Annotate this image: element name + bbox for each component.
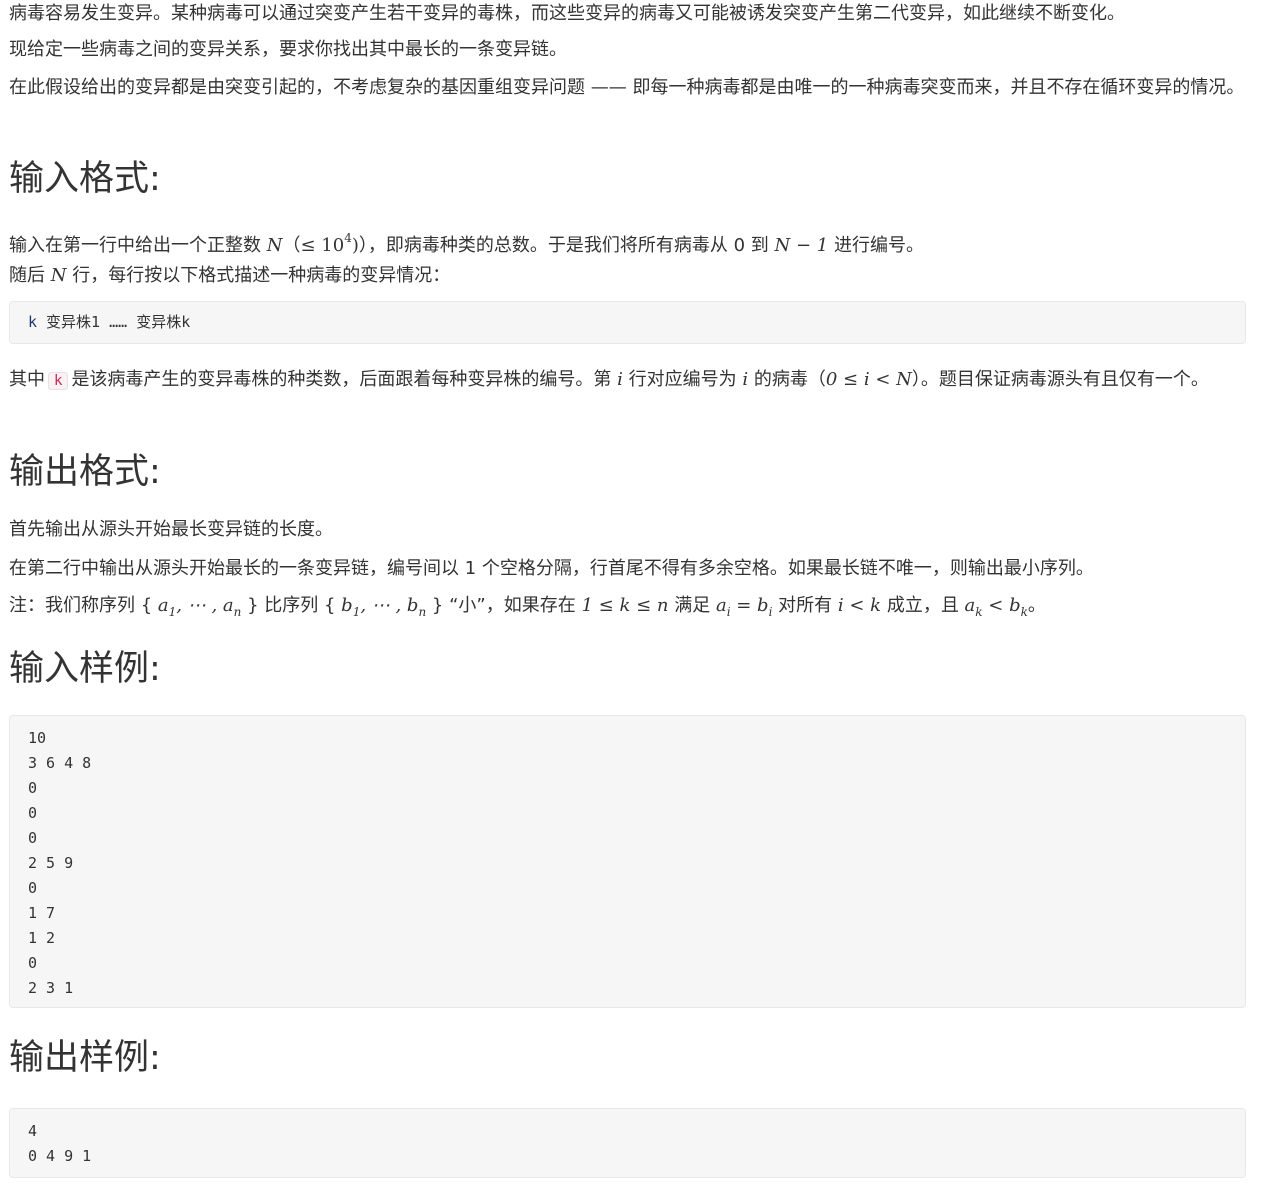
math-bound: ≤ 104) [300, 231, 359, 256]
input-line-1-text-a: 输入在第一行中给出一个正整数 [9, 235, 267, 256]
sample-input-line: 3 6 4 8 [28, 754, 92, 772]
note-text-a: 注：我们称序列 { [9, 595, 158, 616]
note-text-e: 对所有 [772, 595, 838, 616]
input-line-1-text-b: （ [282, 235, 301, 256]
output-note: 注：我们称序列 { a1, ⋯ , an } 比序列 { b1, ⋯ , bn … [9, 592, 1046, 626]
format-code-block: k 变异株1 …… 变异株k [9, 301, 1246, 344]
intro-paragraph-2: 现给定一些病毒之间的变异关系，要求你找出其中最长的一条变异链。 [9, 39, 567, 60]
format-rest: 变异株1 …… 变异株k [37, 313, 191, 331]
input-line-2-text-b: 行，每行按以下格式描述一种病毒的变异情况： [66, 265, 451, 286]
note-ai-eq-bi: ai = bi [715, 595, 772, 619]
note-eq-b: = b [730, 595, 769, 616]
input-line-3-text-d: 的病毒（ [748, 369, 826, 390]
note-a-mid: , ⋯ , a [176, 595, 234, 616]
note-i-lt-k: i < k [837, 595, 882, 616]
sample-output-line: 4 [28, 1122, 38, 1140]
note-text-d: 满足 [668, 595, 716, 616]
math-le-ten: ≤ 10 [300, 235, 345, 256]
sample-input-line: 10 [28, 729, 47, 747]
sample-input-heading: 输入样例: [9, 649, 161, 689]
note-b-mid: , ⋯ , b [360, 595, 419, 616]
input-line-1: 输入在第一行中给出一个正整数 N（≤ 104)），即病毒种类的总数。于是我们将所… [9, 224, 924, 260]
input-line-3-text-e: ）。题目保证病毒源头有且仅有一个。 [911, 369, 1209, 390]
sample-input-line: 1 2 [28, 929, 56, 947]
sample-input-line: 2 3 1 [28, 979, 74, 997]
sample-output-heading: 输出样例: [9, 1038, 161, 1078]
sample-input-line: 0 [28, 779, 38, 797]
math-n-2: N [50, 265, 67, 286]
math-exponent: 4 [344, 231, 352, 245]
note-cond: 1 ≤ k ≤ n [581, 595, 669, 616]
input-line-3: 其中 k 是该病毒产生的变异毒株的种类数，后面跟着每种变异株的编号。第 i 行对应编… [9, 366, 1247, 395]
sample-output-line: 0 4 9 1 [28, 1147, 92, 1165]
sample-input-line: 0 [28, 829, 38, 847]
note-bk-sub: k [1020, 605, 1028, 619]
intro-paragraph-3: 在此假设给出的变异都是由突变引起的，不考虑复杂的基因重组变异问题 —— 即每一种… [9, 77, 1245, 98]
math-n-minus-1: N − 1 [774, 235, 829, 256]
note-ai: a [715, 595, 727, 616]
input-line-2: 随后 N 行，每行按以下格式描述一种病毒的变异情况： [9, 262, 450, 290]
output-format-heading: 输出格式: [9, 452, 161, 492]
input-line-1-text-d: 进行编号。 [828, 235, 924, 256]
sample-input-line: 0 [28, 954, 38, 972]
note-ak: a [964, 595, 976, 616]
math-range: 0 ≤ i < N [825, 369, 912, 390]
inline-code-k: k [48, 372, 69, 390]
sample-input-line: 1 7 [28, 904, 56, 922]
note-ak-sub: k [975, 605, 983, 619]
sample-input-block[interactable]: 10 3 6 4 8 0 0 0 2 5 9 0 1 7 1 2 0 2 3 1 [9, 715, 1246, 1008]
sample-input-line: 0 [28, 804, 38, 822]
input-format-heading: 输入格式: [9, 159, 161, 199]
note-b: b [341, 595, 353, 616]
intro-paragraph-1: 病毒容易发生变异。某种病毒可以通过突变产生若干变异的毒株，而这些变异的病毒又可能… [9, 3, 1125, 24]
note-lt-b: < b [982, 595, 1021, 616]
note-ak-lt-bk: ak < bk [964, 595, 1028, 619]
sample-output-block[interactable]: 4 0 4 9 1 [9, 1108, 1246, 1178]
note-text-b: } 比序列 { [241, 595, 342, 616]
output-line-1: 首先输出从源头开始最长变异链的长度。 [9, 519, 333, 540]
input-line-3-text-a: 其中 [9, 369, 45, 390]
input-line-2-text-a: 随后 [9, 265, 51, 286]
note-seq-b: b1, ⋯ , bn [341, 595, 426, 619]
output-line-2: 在第二行中输出从源头开始最长的一条变异链，编号间以 1 个空格分隔，行首尾不得有… [9, 558, 1094, 579]
input-line-3-text-b: 是该病毒产生的变异毒株的种类数，后面跟着每种变异株的编号。第 [71, 369, 618, 390]
input-line-1-text-c: ），即病毒种类的总数。于是我们将所有病毒从 0 到 [358, 235, 775, 256]
sample-input-line: 0 [28, 879, 38, 897]
sample-input-line: 2 5 9 [28, 854, 74, 872]
note-text-f: 成立，且 [881, 595, 965, 616]
note-text-g: 。 [1027, 595, 1046, 616]
math-close-paren: ) [351, 235, 359, 256]
note-seq-a: a1, ⋯ , an [157, 595, 241, 619]
note-a: a [157, 595, 169, 616]
input-line-3-text-c: 行对应编号为 [622, 369, 743, 390]
math-n: N [266, 235, 283, 256]
format-k: k [28, 313, 38, 331]
note-text-c: } “小”，如果存在 [426, 595, 582, 616]
